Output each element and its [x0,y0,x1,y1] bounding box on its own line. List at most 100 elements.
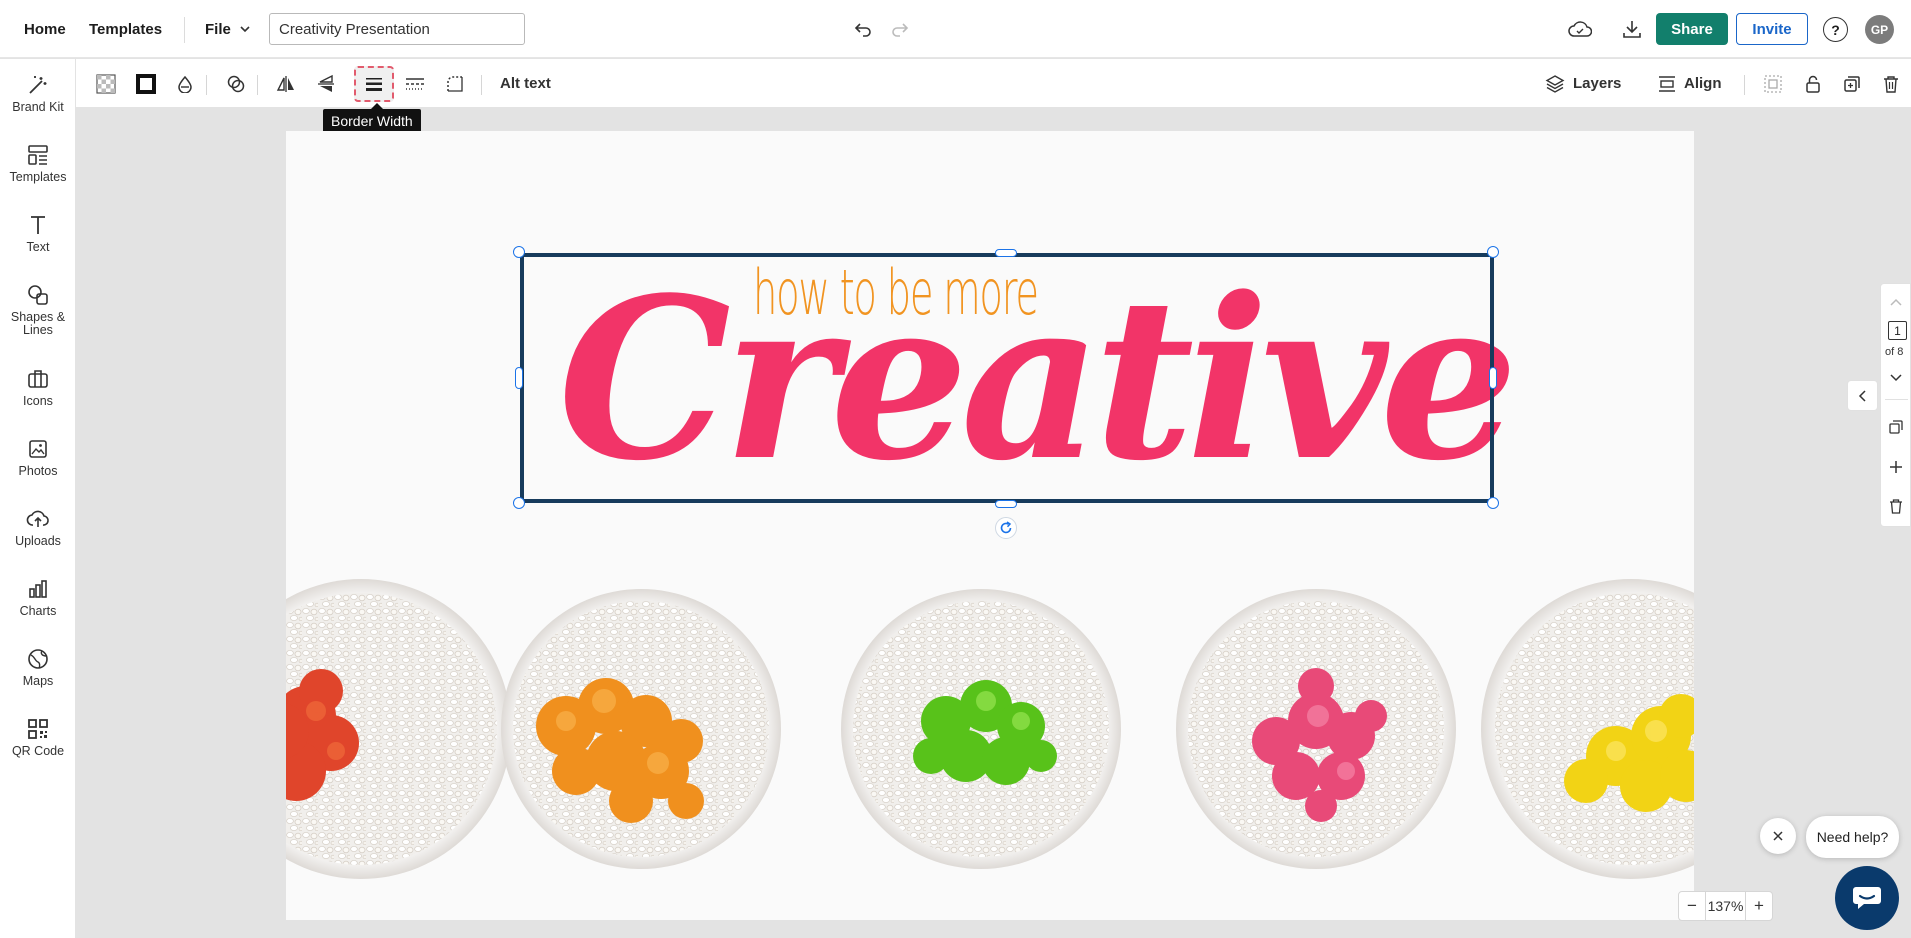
chevron-up-icon[interactable] [1889,294,1903,312]
alt-text-button[interactable]: Alt text [500,59,551,108]
zoom-out-button[interactable]: − [1679,892,1705,920]
resize-handle-bottom[interactable] [995,500,1017,508]
chevron-down-icon [240,26,250,33]
sidebar-item-qr-code[interactable]: QR Code [0,709,76,771]
cloud-save-icon[interactable] [1566,16,1594,42]
text-icon [31,216,45,234]
resize-handle-right[interactable] [1489,367,1497,389]
resize-handle-top[interactable] [995,249,1017,257]
sidebar-item-templates[interactable]: Templates [0,135,76,197]
chat-button[interactable] [1835,866,1899,930]
briefcase-icon [28,370,48,388]
sidebar-item-label: Charts [19,604,57,618]
zoom-value[interactable]: 137% [1705,892,1746,920]
trash-icon[interactable] [1878,71,1904,97]
sidebar-item-label: Text [26,240,50,254]
element-toolbar: Alt text Layers Align [76,59,1911,108]
delete-page-icon[interactable] [1889,498,1903,519]
templates-icon [28,145,48,165]
globe-icon [28,649,48,669]
align-label: Align [1684,75,1722,92]
align-icon [1659,75,1675,92]
sidebar-item-label: Maps [22,674,54,688]
qr-icon [28,719,48,739]
file-menu-label: File [205,20,231,38]
toolbar-divider [1744,75,1745,95]
file-menu[interactable]: File [205,0,251,58]
align-button[interactable]: Align [1658,59,1722,108]
sidebar-item-icons[interactable]: Icons [0,359,76,421]
magic-wand-icon [29,76,47,94]
close-help-button[interactable] [1760,818,1796,854]
photo-icon [29,440,47,458]
sidebar-item-charts[interactable]: Charts [0,569,76,631]
sidebar-item-photos[interactable]: Photos [0,429,76,491]
resize-handle-top-right[interactable] [1487,246,1499,258]
sidebar-item-label: Brand Kit [12,100,64,114]
flip-horizontal-icon[interactable] [273,71,299,97]
border-width-icon [366,78,382,91]
avatar[interactable]: GP [1865,15,1894,44]
rotate-handle[interactable] [995,517,1017,539]
add-page-icon[interactable] [1888,459,1904,480]
sidebar-item-text[interactable]: Text [0,205,76,267]
need-help-bubble[interactable]: Need help? [1806,816,1899,858]
share-button[interactable]: Share [1656,13,1728,45]
transparency-icon[interactable] [93,71,119,97]
divider [184,17,185,43]
border-width-button[interactable] [354,66,394,102]
sidebar-item-brand-kit[interactable]: Brand Kit [0,65,76,127]
group-icon[interactable] [1760,71,1786,97]
sidebar-item-shapes-lines[interactable]: Shapes & Lines [0,275,76,347]
document-title-input[interactable]: Creativity Presentation [269,13,525,45]
chat-icon [1853,887,1881,909]
layers-icon [1545,74,1565,93]
resize-handle-top-left[interactable] [513,246,525,258]
border-width-tooltip: Border Width [323,103,421,133]
toolbar-divider [481,75,482,95]
help-icon[interactable]: ? [1823,17,1848,42]
toolbar-divider [206,75,207,95]
undo-icon[interactable] [851,17,875,41]
mask-icon[interactable] [223,71,249,97]
sidebar-item-label: Icons [23,394,53,408]
left-sidebar: Brand Kit Templates Text Shapes & Lines … [0,59,76,938]
corner-radius-icon[interactable] [442,71,468,97]
page-navigator: 1 of 8 [1880,283,1911,527]
chevron-down-icon[interactable] [1889,370,1903,388]
rail-divider [1885,399,1908,400]
zoom-control: − 137% + [1678,891,1773,921]
resize-handle-bottom-right[interactable] [1487,497,1499,509]
current-page-input[interactable]: 1 [1888,321,1907,340]
duplicate-icon[interactable] [1839,71,1865,97]
resize-handle-bottom-left[interactable] [513,497,525,509]
invite-button[interactable]: Invite [1736,13,1808,45]
sidebar-item-maps[interactable]: Maps [0,639,76,701]
flip-vertical-icon[interactable] [313,71,339,97]
sidebar-item-uploads[interactable]: Uploads [0,499,76,561]
border-style-icon[interactable] [402,71,428,97]
lock-icon[interactable] [1800,71,1826,97]
resize-handle-left[interactable] [515,367,523,389]
download-icon[interactable] [1618,16,1646,42]
zoom-in-button[interactable]: + [1746,892,1772,920]
layers-button[interactable]: Layers [1545,59,1621,108]
fill-color-icon[interactable] [172,71,198,97]
top-header: Home Templates File Creativity Presentat… [0,0,1911,58]
close-icon [1773,831,1783,841]
sidebar-item-label: QR Code [11,744,65,758]
border-color-icon[interactable] [133,71,159,97]
home-link[interactable]: Home [24,0,66,58]
selected-text-box[interactable] [520,253,1494,503]
duplicate-page-icon[interactable] [1888,419,1904,440]
sidebar-item-label: Uploads [15,534,61,548]
rotate-icon [1000,521,1012,534]
sidebar-item-label: Photos [18,464,58,478]
chevron-left-icon [1858,389,1866,402]
redo-icon[interactable] [888,17,912,41]
layers-label: Layers [1573,75,1622,92]
chart-icon [29,580,47,598]
templates-link[interactable]: Templates [89,0,162,58]
sidebar-item-label: Shapes & Lines [10,310,66,337]
collapse-panel-button[interactable] [1847,380,1878,411]
